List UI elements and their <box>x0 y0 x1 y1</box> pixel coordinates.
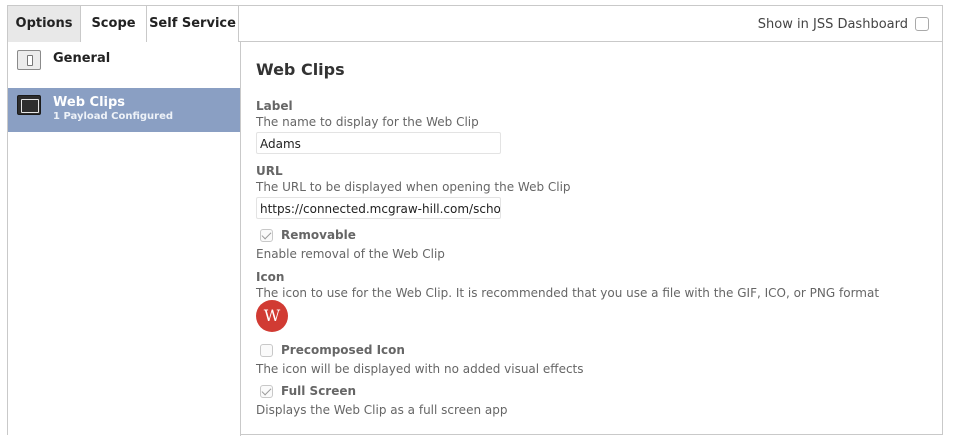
fullscreen-label: Full Screen <box>281 384 357 398</box>
url-field-description: The URL to be displayed when opening the… <box>256 180 571 194</box>
fullscreen-checkbox[interactable] <box>260 384 273 398</box>
icon-label: Icon <box>256 270 285 284</box>
tab-options[interactable]: Options <box>8 6 81 42</box>
label-field-label: Label <box>256 99 293 113</box>
url-input[interactable]: https://connected.mcgraw-hill.com/school <box>256 197 501 219</box>
precomposed-checkbox[interactable] <box>260 343 273 357</box>
sidebar-item-web-clips[interactable]: Web Clips 1 Payload Configured <box>8 88 240 132</box>
precomposed-option[interactable]: Precomposed Icon <box>256 343 405 357</box>
removable-label: Removable <box>281 228 356 242</box>
tab-scope[interactable]: Scope <box>81 6 147 42</box>
fullscreen-option[interactable]: Full Screen <box>256 384 356 398</box>
dashboard-label: Show in JSS Dashboard <box>757 16 908 32</box>
icon-description: The icon to use for the Web Clip. It is … <box>256 286 880 300</box>
fullscreen-description: Displays the Web Clip as a full screen a… <box>256 403 508 417</box>
removable-option[interactable]: Removable <box>256 228 356 242</box>
payload-editor: Options Scope Self Service Show in JSS D… <box>7 5 943 436</box>
dashboard-toggle[interactable]: Show in JSS Dashboard <box>758 6 929 42</box>
removable-checkbox[interactable] <box>260 228 273 242</box>
general-icon <box>17 50 41 70</box>
precomposed-description: The icon will be displayed with no added… <box>256 362 584 376</box>
removable-description: Enable removal of the Web Clip <box>256 247 445 261</box>
dashboard-checkbox[interactable] <box>915 17 929 31</box>
sidebar-item-label: General <box>53 51 111 66</box>
page-title: Web Clips <box>256 60 345 79</box>
webclip-w-icon[interactable]: W <box>256 300 288 332</box>
tab-self-service[interactable]: Self Service <box>147 6 239 42</box>
label-field-description: The name to display for the Web Clip <box>256 115 479 129</box>
tab-bar: Options Scope Self Service Show in JSS D… <box>8 6 942 42</box>
payload-sidebar: General Web Clips 1 Payload Configured <box>8 42 241 436</box>
label-input[interactable]: Adams <box>256 132 501 154</box>
sidebar-item-general[interactable]: General <box>8 42 240 88</box>
sidebar-item-subtitle: 1 Payload Configured <box>53 111 174 122</box>
url-field-label: URL <box>256 164 283 178</box>
precomposed-label: Precomposed Icon <box>281 343 405 357</box>
sidebar-item-label: Web Clips <box>53 95 126 110</box>
webclip-icon <box>17 95 41 115</box>
